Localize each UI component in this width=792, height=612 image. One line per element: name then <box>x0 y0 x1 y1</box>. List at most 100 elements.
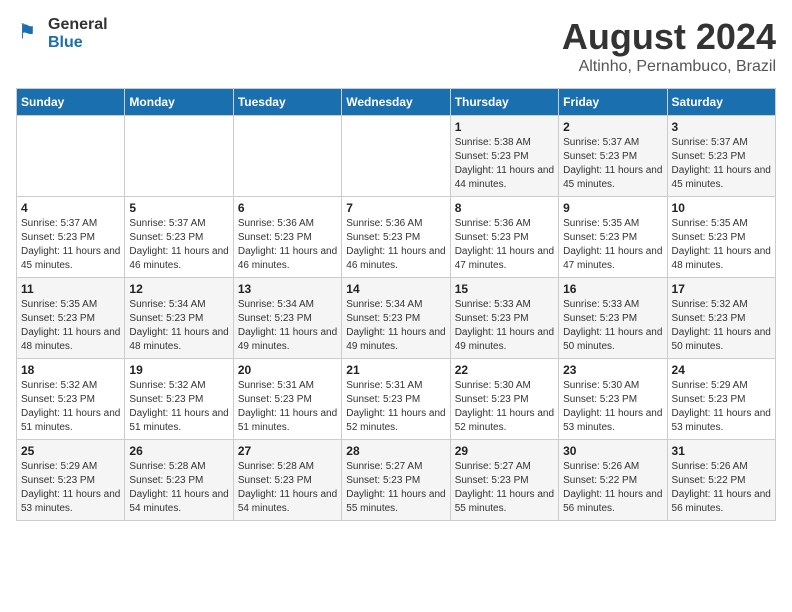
day-number: 6 <box>238 201 337 215</box>
calendar-cell: 26Sunrise: 5:28 AM Sunset: 5:23 PM Dayli… <box>125 440 233 521</box>
calendar-cell: 31Sunrise: 5:26 AM Sunset: 5:22 PM Dayli… <box>667 440 775 521</box>
calendar-cell: 6 Sunrise: 5:36 AM Sunset: 5:23 PM Daylig… <box>233 197 341 278</box>
calendar-cell: 8 Sunrise: 5:36 AM Sunset: 5:23 PM Daylig… <box>450 197 558 278</box>
calendar-week-row: 4 Sunrise: 5:37 AM Sunset: 5:23 PM Daylig… <box>17 197 776 278</box>
day-number: 13 <box>238 282 337 296</box>
day-number: 10 <box>672 201 771 215</box>
page-header: ⚑ General Blue August 2024 Altinho, Pern… <box>16 16 776 76</box>
calendar-week-row: 25Sunrise: 5:29 AM Sunset: 5:23 PM Dayli… <box>17 440 776 521</box>
calendar-cell: 29Sunrise: 5:27 AM Sunset: 5:23 PM Dayli… <box>450 440 558 521</box>
cell-daylight-info: Sunrise: 5:38 AM Sunset: 5:23 PM Dayligh… <box>455 136 554 192</box>
day-number: 30 <box>563 444 662 458</box>
calendar-cell: 9 Sunrise: 5:35 AM Sunset: 5:23 PM Daylig… <box>559 197 667 278</box>
cell-daylight-info: Sunrise: 5:33 AM Sunset: 5:23 PM Dayligh… <box>563 298 662 354</box>
calendar-cell: 16 Sunrise: 5:33 AM Sunset: 5:23 PM Dayli… <box>559 278 667 359</box>
cell-daylight-info: Sunrise: 5:34 AM Sunset: 5:23 PM Dayligh… <box>238 298 337 354</box>
cell-daylight-info: Sunrise: 5:36 AM Sunset: 5:23 PM Dayligh… <box>346 217 445 273</box>
day-number: 17 <box>672 282 771 296</box>
cell-daylight-info: Sunrise: 5:32 AM Sunset: 5:23 PM Dayligh… <box>129 379 228 435</box>
day-number: 11 <box>21 282 120 296</box>
calendar-cell: 18 Sunrise: 5:32 AM Sunset: 5:23 PM Dayli… <box>17 359 125 440</box>
calendar-cell: 21 Sunrise: 5:31 AM Sunset: 5:23 PM Dayli… <box>342 359 450 440</box>
cell-daylight-info: Sunrise: 5:34 AM Sunset: 5:23 PM Dayligh… <box>346 298 445 354</box>
cell-daylight-info: Sunrise: 5:37 AM Sunset: 5:23 PM Dayligh… <box>672 136 771 192</box>
day-of-week-header: Wednesday <box>342 89 450 116</box>
calendar-cell: 15 Sunrise: 5:33 AM Sunset: 5:23 PM Dayli… <box>450 278 558 359</box>
cell-daylight-info: Sunrise: 5:37 AM Sunset: 5:23 PM Dayligh… <box>563 136 662 192</box>
day-number: 21 <box>346 363 445 377</box>
calendar-week-row: 18 Sunrise: 5:32 AM Sunset: 5:23 PM Dayli… <box>17 359 776 440</box>
cell-daylight-info: Sunrise: 5:35 AM Sunset: 5:23 PM Dayligh… <box>672 217 771 273</box>
page-subtitle: Altinho, Pernambuco, Brazil <box>562 58 776 76</box>
cell-daylight-info: Sunrise: 5:32 AM Sunset: 5:23 PM Dayligh… <box>21 379 120 435</box>
cell-daylight-info: Sunrise: 5:29 AM Sunset: 5:23 PM Dayligh… <box>21 460 120 516</box>
calendar-cell: 11 Sunrise: 5:35 AM Sunset: 5:23 PM Dayli… <box>17 278 125 359</box>
day-of-week-header: Monday <box>125 89 233 116</box>
cell-daylight-info: Sunrise: 5:28 AM Sunset: 5:23 PM Dayligh… <box>238 460 337 516</box>
cell-daylight-info: Sunrise: 5:37 AM Sunset: 5:23 PM Dayligh… <box>129 217 228 273</box>
day-number: 19 <box>129 363 228 377</box>
day-number: 24 <box>672 363 771 377</box>
day-number: 27 <box>238 444 337 458</box>
day-number: 15 <box>455 282 554 296</box>
calendar-cell: 14 Sunrise: 5:34 AM Sunset: 5:23 PM Dayli… <box>342 278 450 359</box>
calendar-cell <box>233 116 341 197</box>
calendar-cell: 7 Sunrise: 5:36 AM Sunset: 5:23 PM Daylig… <box>342 197 450 278</box>
cell-daylight-info: Sunrise: 5:36 AM Sunset: 5:23 PM Dayligh… <box>455 217 554 273</box>
day-number: 16 <box>563 282 662 296</box>
calendar-cell: 27 Sunrise: 5:28 AM Sunset: 5:23 PM Dayli… <box>233 440 341 521</box>
cell-daylight-info: Sunrise: 5:36 AM Sunset: 5:23 PM Dayligh… <box>238 217 337 273</box>
calendar-week-row: 11 Sunrise: 5:35 AM Sunset: 5:23 PM Dayli… <box>17 278 776 359</box>
day-number: 26 <box>129 444 228 458</box>
calendar-cell: 19 Sunrise: 5:32 AM Sunset: 5:23 PM Dayli… <box>125 359 233 440</box>
day-number: 22 <box>455 363 554 377</box>
calendar-cell: 25Sunrise: 5:29 AM Sunset: 5:23 PM Dayli… <box>17 440 125 521</box>
day-number: 3 <box>672 120 771 134</box>
page-title: August 2024 <box>562 16 776 58</box>
cell-daylight-info: Sunrise: 5:33 AM Sunset: 5:23 PM Dayligh… <box>455 298 554 354</box>
calendar-cell: 28Sunrise: 5:27 AM Sunset: 5:23 PM Dayli… <box>342 440 450 521</box>
day-of-week-header: Sunday <box>17 89 125 116</box>
day-number: 5 <box>129 201 228 215</box>
calendar-week-row: 1Sunrise: 5:38 AM Sunset: 5:23 PM Daylig… <box>17 116 776 197</box>
cell-daylight-info: Sunrise: 5:35 AM Sunset: 5:23 PM Dayligh… <box>563 217 662 273</box>
day-number: 28 <box>346 444 445 458</box>
cell-daylight-info: Sunrise: 5:27 AM Sunset: 5:23 PM Dayligh… <box>455 460 554 516</box>
calendar-header-row: SundayMondayTuesdayWednesdayThursdayFrid… <box>17 89 776 116</box>
logo-general: General <box>48 16 108 33</box>
logo: ⚑ General Blue <box>16 16 108 52</box>
cell-daylight-info: Sunrise: 5:29 AM Sunset: 5:23 PM Dayligh… <box>672 379 771 435</box>
logo-blue: Blue <box>48 34 83 51</box>
day-of-week-header: Saturday <box>667 89 775 116</box>
day-number: 9 <box>563 201 662 215</box>
day-number: 7 <box>346 201 445 215</box>
calendar-cell: 2 Sunrise: 5:37 AM Sunset: 5:23 PM Daylig… <box>559 116 667 197</box>
calendar-cell <box>125 116 233 197</box>
calendar-cell: 1Sunrise: 5:38 AM Sunset: 5:23 PM Daylig… <box>450 116 558 197</box>
calendar-cell: 24 Sunrise: 5:29 AM Sunset: 5:23 PM Dayli… <box>667 359 775 440</box>
day-number: 20 <box>238 363 337 377</box>
cell-daylight-info: Sunrise: 5:30 AM Sunset: 5:23 PM Dayligh… <box>455 379 554 435</box>
calendar-table: SundayMondayTuesdayWednesdayThursdayFrid… <box>16 88 776 521</box>
cell-daylight-info: Sunrise: 5:35 AM Sunset: 5:23 PM Dayligh… <box>21 298 120 354</box>
day-of-week-header: Friday <box>559 89 667 116</box>
svg-text:⚑: ⚑ <box>18 21 36 44</box>
calendar-cell: 3 Sunrise: 5:37 AM Sunset: 5:23 PM Daylig… <box>667 116 775 197</box>
day-number: 12 <box>129 282 228 296</box>
cell-daylight-info: Sunrise: 5:32 AM Sunset: 5:23 PM Dayligh… <box>672 298 771 354</box>
day-number: 8 <box>455 201 554 215</box>
day-of-week-header: Thursday <box>450 89 558 116</box>
cell-daylight-info: Sunrise: 5:26 AM Sunset: 5:22 PM Dayligh… <box>563 460 662 516</box>
day-number: 23 <box>563 363 662 377</box>
day-number: 2 <box>563 120 662 134</box>
calendar-cell: 23Sunrise: 5:30 AM Sunset: 5:23 PM Dayli… <box>559 359 667 440</box>
cell-daylight-info: Sunrise: 5:34 AM Sunset: 5:23 PM Dayligh… <box>129 298 228 354</box>
cell-daylight-info: Sunrise: 5:31 AM Sunset: 5:23 PM Dayligh… <box>238 379 337 435</box>
calendar-cell: 10 Sunrise: 5:35 AM Sunset: 5:23 PM Dayli… <box>667 197 775 278</box>
cell-daylight-info: Sunrise: 5:31 AM Sunset: 5:23 PM Dayligh… <box>346 379 445 435</box>
day-number: 4 <box>21 201 120 215</box>
calendar-cell: 5 Sunrise: 5:37 AM Sunset: 5:23 PM Daylig… <box>125 197 233 278</box>
day-number: 18 <box>21 363 120 377</box>
day-number: 14 <box>346 282 445 296</box>
title-block: August 2024 Altinho, Pernambuco, Brazil <box>562 16 776 76</box>
